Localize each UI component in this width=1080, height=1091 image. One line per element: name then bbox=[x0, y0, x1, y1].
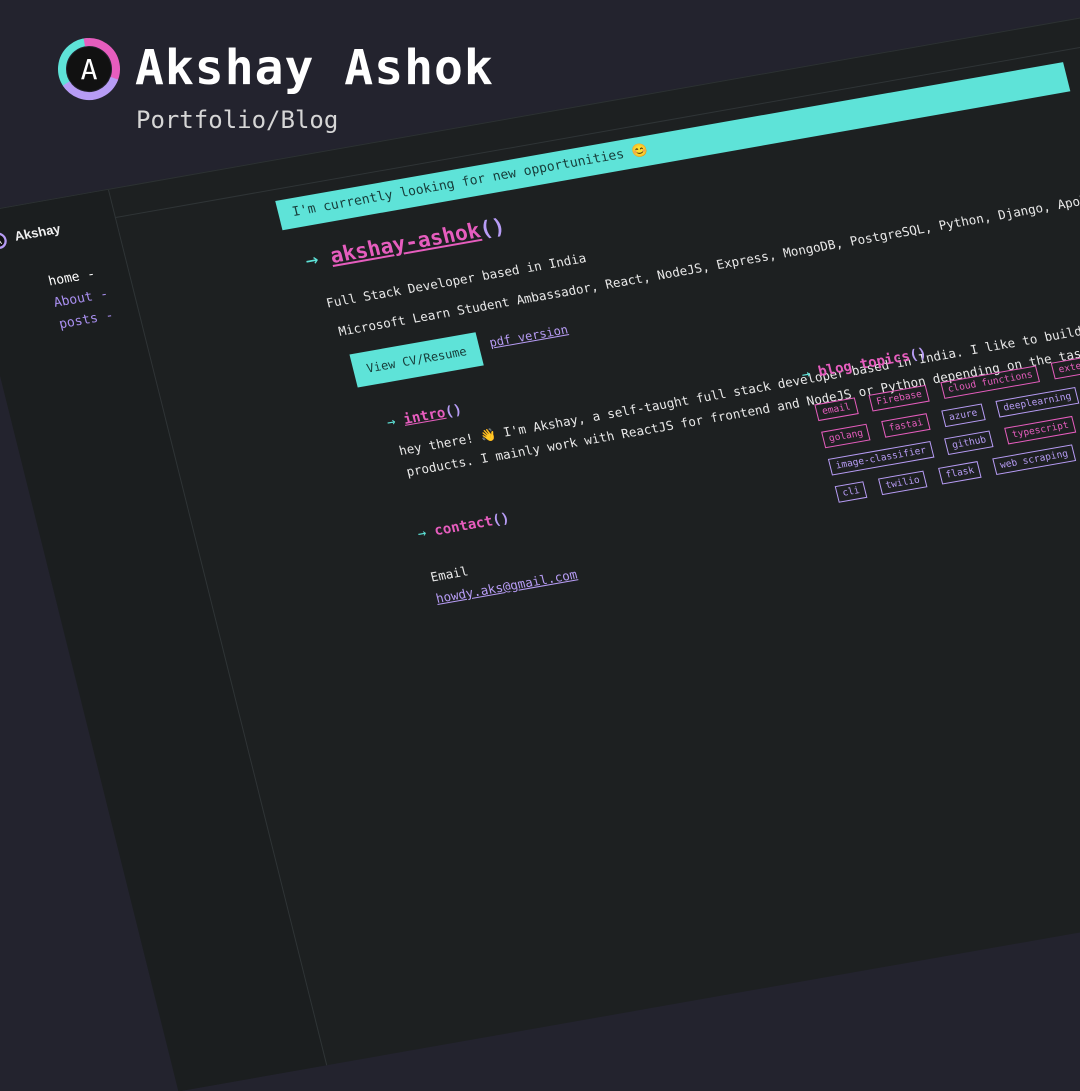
website-preview: A Akshay home - About - posts - I'm curr… bbox=[0, 0, 1080, 1091]
title-parens: () bbox=[476, 213, 508, 242]
arrow-icon: → bbox=[416, 525, 429, 543]
arrow-icon: → bbox=[302, 246, 321, 273]
sidebar-nav: home - About - posts - bbox=[46, 262, 116, 336]
contact-heading: → contact() bbox=[416, 510, 512, 543]
page-title: → akshay-ashok() bbox=[303, 214, 508, 272]
brand-title: Akshay Ashok bbox=[135, 40, 494, 96]
tag[interactable]: typescript bbox=[1004, 415, 1077, 445]
contact-link[interactable]: contact bbox=[433, 513, 495, 539]
sidebar-name[interactable]: Akshay bbox=[13, 221, 62, 244]
tag[interactable]: image-classifier bbox=[827, 441, 934, 476]
title-link[interactable]: akshay-ashok bbox=[328, 218, 483, 268]
tag[interactable]: cli bbox=[834, 481, 868, 503]
tag[interactable]: flask bbox=[937, 460, 982, 485]
logo-letter: A bbox=[81, 53, 98, 86]
intro-link[interactable]: intro bbox=[402, 405, 447, 428]
sidebar-logo-icon[interactable]: A bbox=[0, 230, 9, 251]
intro-heading: → intro() bbox=[385, 402, 464, 431]
ambassador-text: Microsoft Learn Student Ambassador, Reac… bbox=[336, 177, 1080, 339]
arrow-icon: → bbox=[385, 413, 398, 431]
tag[interactable]: github bbox=[944, 430, 995, 456]
tag[interactable]: Firebase bbox=[868, 384, 930, 412]
tag[interactable]: azure bbox=[941, 403, 986, 428]
email-label: Email bbox=[428, 563, 470, 585]
view-cv-button[interactable]: View CV/Resume bbox=[349, 332, 484, 388]
tag[interactable]: email bbox=[814, 397, 859, 422]
pdf-version-link[interactable]: pdf version bbox=[488, 322, 570, 349]
tag[interactable]: fastai bbox=[881, 413, 931, 438]
logo-icon: A bbox=[57, 38, 120, 100]
tag[interactable]: twilio bbox=[877, 470, 928, 496]
brand-subtitle: Portfolio/Blog bbox=[136, 106, 339, 134]
tag[interactable]: deeplearning bbox=[995, 386, 1080, 418]
tag[interactable]: golang bbox=[821, 423, 871, 449]
tag[interactable]: web scraping bbox=[992, 444, 1076, 475]
